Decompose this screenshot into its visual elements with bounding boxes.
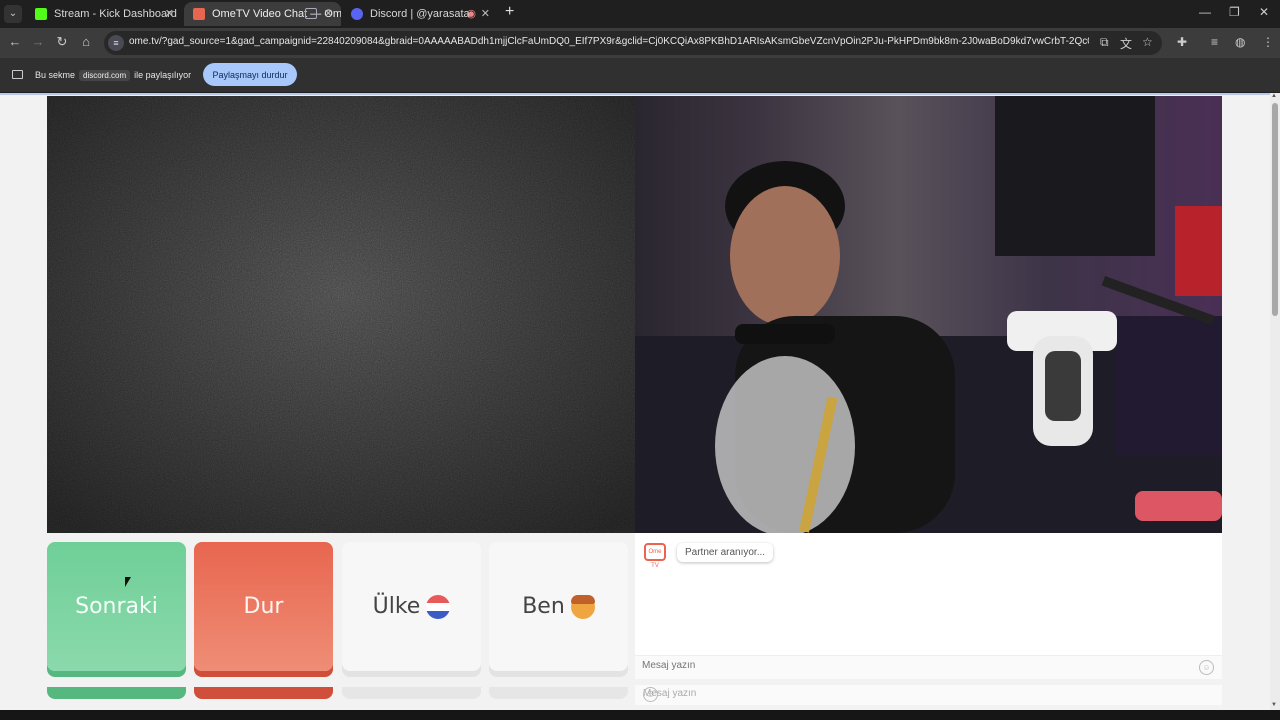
recording-icon: ◉ (466, 8, 476, 20)
boy-face-icon (570, 595, 595, 619)
my-gender-button[interactable]: Ben (489, 542, 628, 671)
chat-input-ghost: Mesaj yazın ☺ (635, 685, 1222, 705)
ometv-logo-icon (193, 8, 205, 20)
page-scrollbar[interactable]: ▲ ▼ (1270, 93, 1280, 710)
new-tab-plus-icon[interactable]: + (505, 3, 514, 21)
translate-icon[interactable]: 文 (1120, 35, 1132, 52)
profile-avatar-icon[interactable]: ◍ (1235, 35, 1245, 49)
back-icon[interactable]: ← (6, 34, 24, 49)
tab-search-chevron-icon[interactable]: ⌄ (4, 5, 22, 23)
scroll-down-arrow-icon[interactable]: ▼ (1271, 702, 1277, 708)
tab-sharing-bar: Bu sekme discord.com ile paylaşılıyor Payl… (0, 58, 1280, 92)
extensions-icon[interactable]: ✚ (1177, 35, 1187, 49)
emoji-icon[interactable]: ☺ (1199, 660, 1214, 675)
webcam-scene-graphic (635, 96, 1222, 533)
country-button-ghost (342, 687, 481, 699)
more-menu-icon[interactable]: ⋮ (1262, 35, 1274, 49)
stop-sharing-button[interactable]: Paylaşmayı durdur (203, 63, 297, 86)
tab-title: OmeTV Video Chat — Ome (212, 8, 341, 20)
scroll-up-arrow-icon[interactable]: ▲ (1271, 93, 1277, 99)
tab-kick-dashboard[interactable]: Stream - Kick Dashboard ✕ (26, 2, 182, 26)
partner-video-static (47, 96, 635, 533)
static-noise-graphic (47, 96, 635, 533)
emoji-icon: ☺ (643, 687, 658, 702)
page-top-border (0, 93, 1270, 95)
tab-title: Stream - Kick Dashboard (54, 8, 177, 20)
browser-tab-strip: ⌄ Stream - Kick Dashboard ✕ OmeTV Video … (0, 0, 1280, 28)
stop-button[interactable]: Dur (194, 542, 333, 671)
self-webcam-video (635, 96, 1222, 533)
next-button-ghost (47, 687, 186, 699)
window-bottom-edge (0, 710, 1280, 720)
minimize-icon[interactable]: — (1199, 5, 1211, 19)
ometv-chat-logo-icon: Ome TV (644, 543, 666, 569)
sharing-domain: discord.com (79, 70, 131, 81)
forward-icon[interactable]: → (29, 34, 47, 49)
restore-icon[interactable]: ❐ (1229, 5, 1240, 19)
reload-icon[interactable]: ↻ (53, 34, 71, 50)
tab-discord[interactable]: Discord | @yarasata ◉ ✕ (342, 2, 498, 26)
chat-panel: Ome TV Partner aranıyor... ☺ (635, 533, 1222, 679)
sharing-screen-icon (12, 70, 23, 79)
country-label: Ülke (372, 594, 421, 619)
home-icon[interactable]: ⌂ (77, 34, 95, 49)
country-filter-button[interactable]: Ülke (342, 542, 481, 671)
netherlands-flag-icon (426, 595, 451, 619)
stop-button-ghost (194, 687, 333, 699)
install-app-icon[interactable]: ⧉ (1100, 35, 1109, 50)
close-tab-icon[interactable]: ✕ (324, 2, 333, 26)
address-bar[interactable]: ≡ ome.tv/?gad_source=1&gad_campaignid=22… (104, 31, 1162, 55)
scrollbar-thumb[interactable] (1272, 103, 1278, 316)
sharing-message: Bu sekme discord.com ile paylaşılıyor (35, 70, 191, 81)
site-info-icon[interactable]: ≡ (108, 35, 124, 51)
url-text[interactable]: ome.tv/?gad_source=1&gad_campaignid=2284… (129, 36, 1089, 47)
chat-input-bar: ☺ (635, 655, 1222, 679)
sharing-prefix: Bu sekme (35, 70, 76, 80)
sharing-suffix: ile paylaşılıyor (134, 70, 192, 80)
tab-ometv[interactable]: OmeTV Video Chat — Ome ✕ (184, 2, 341, 26)
bookmark-star-icon[interactable]: ☆ (1142, 35, 1153, 49)
next-button[interactable]: Sonraki (47, 542, 186, 671)
tab-title: Discord | @yarasata (370, 8, 470, 20)
me-button-ghost (489, 687, 628, 699)
ometv-page: Sonraki Dur Ülke Ben Ome TV Partner aran… (0, 93, 1270, 710)
discord-logo-icon (351, 8, 363, 20)
window-close-icon[interactable]: ✕ (1259, 5, 1269, 19)
mouse-cursor-icon (125, 577, 131, 587)
close-tab-icon[interactable]: ✕ (165, 2, 174, 26)
browser-toolbar: ← → ↻ ⌂ ≡ ome.tv/?gad_source=1&gad_campa… (0, 28, 1280, 58)
kick-logo-icon (35, 8, 47, 20)
status-message: Partner aranıyor... (677, 543, 774, 562)
media-controls-icon[interactable]: ≡ (1211, 35, 1218, 49)
message-input[interactable] (642, 660, 1182, 671)
me-label: Ben (522, 594, 565, 619)
close-tab-icon[interactable]: ✕ (481, 2, 490, 26)
screen-share-icon (305, 8, 317, 19)
